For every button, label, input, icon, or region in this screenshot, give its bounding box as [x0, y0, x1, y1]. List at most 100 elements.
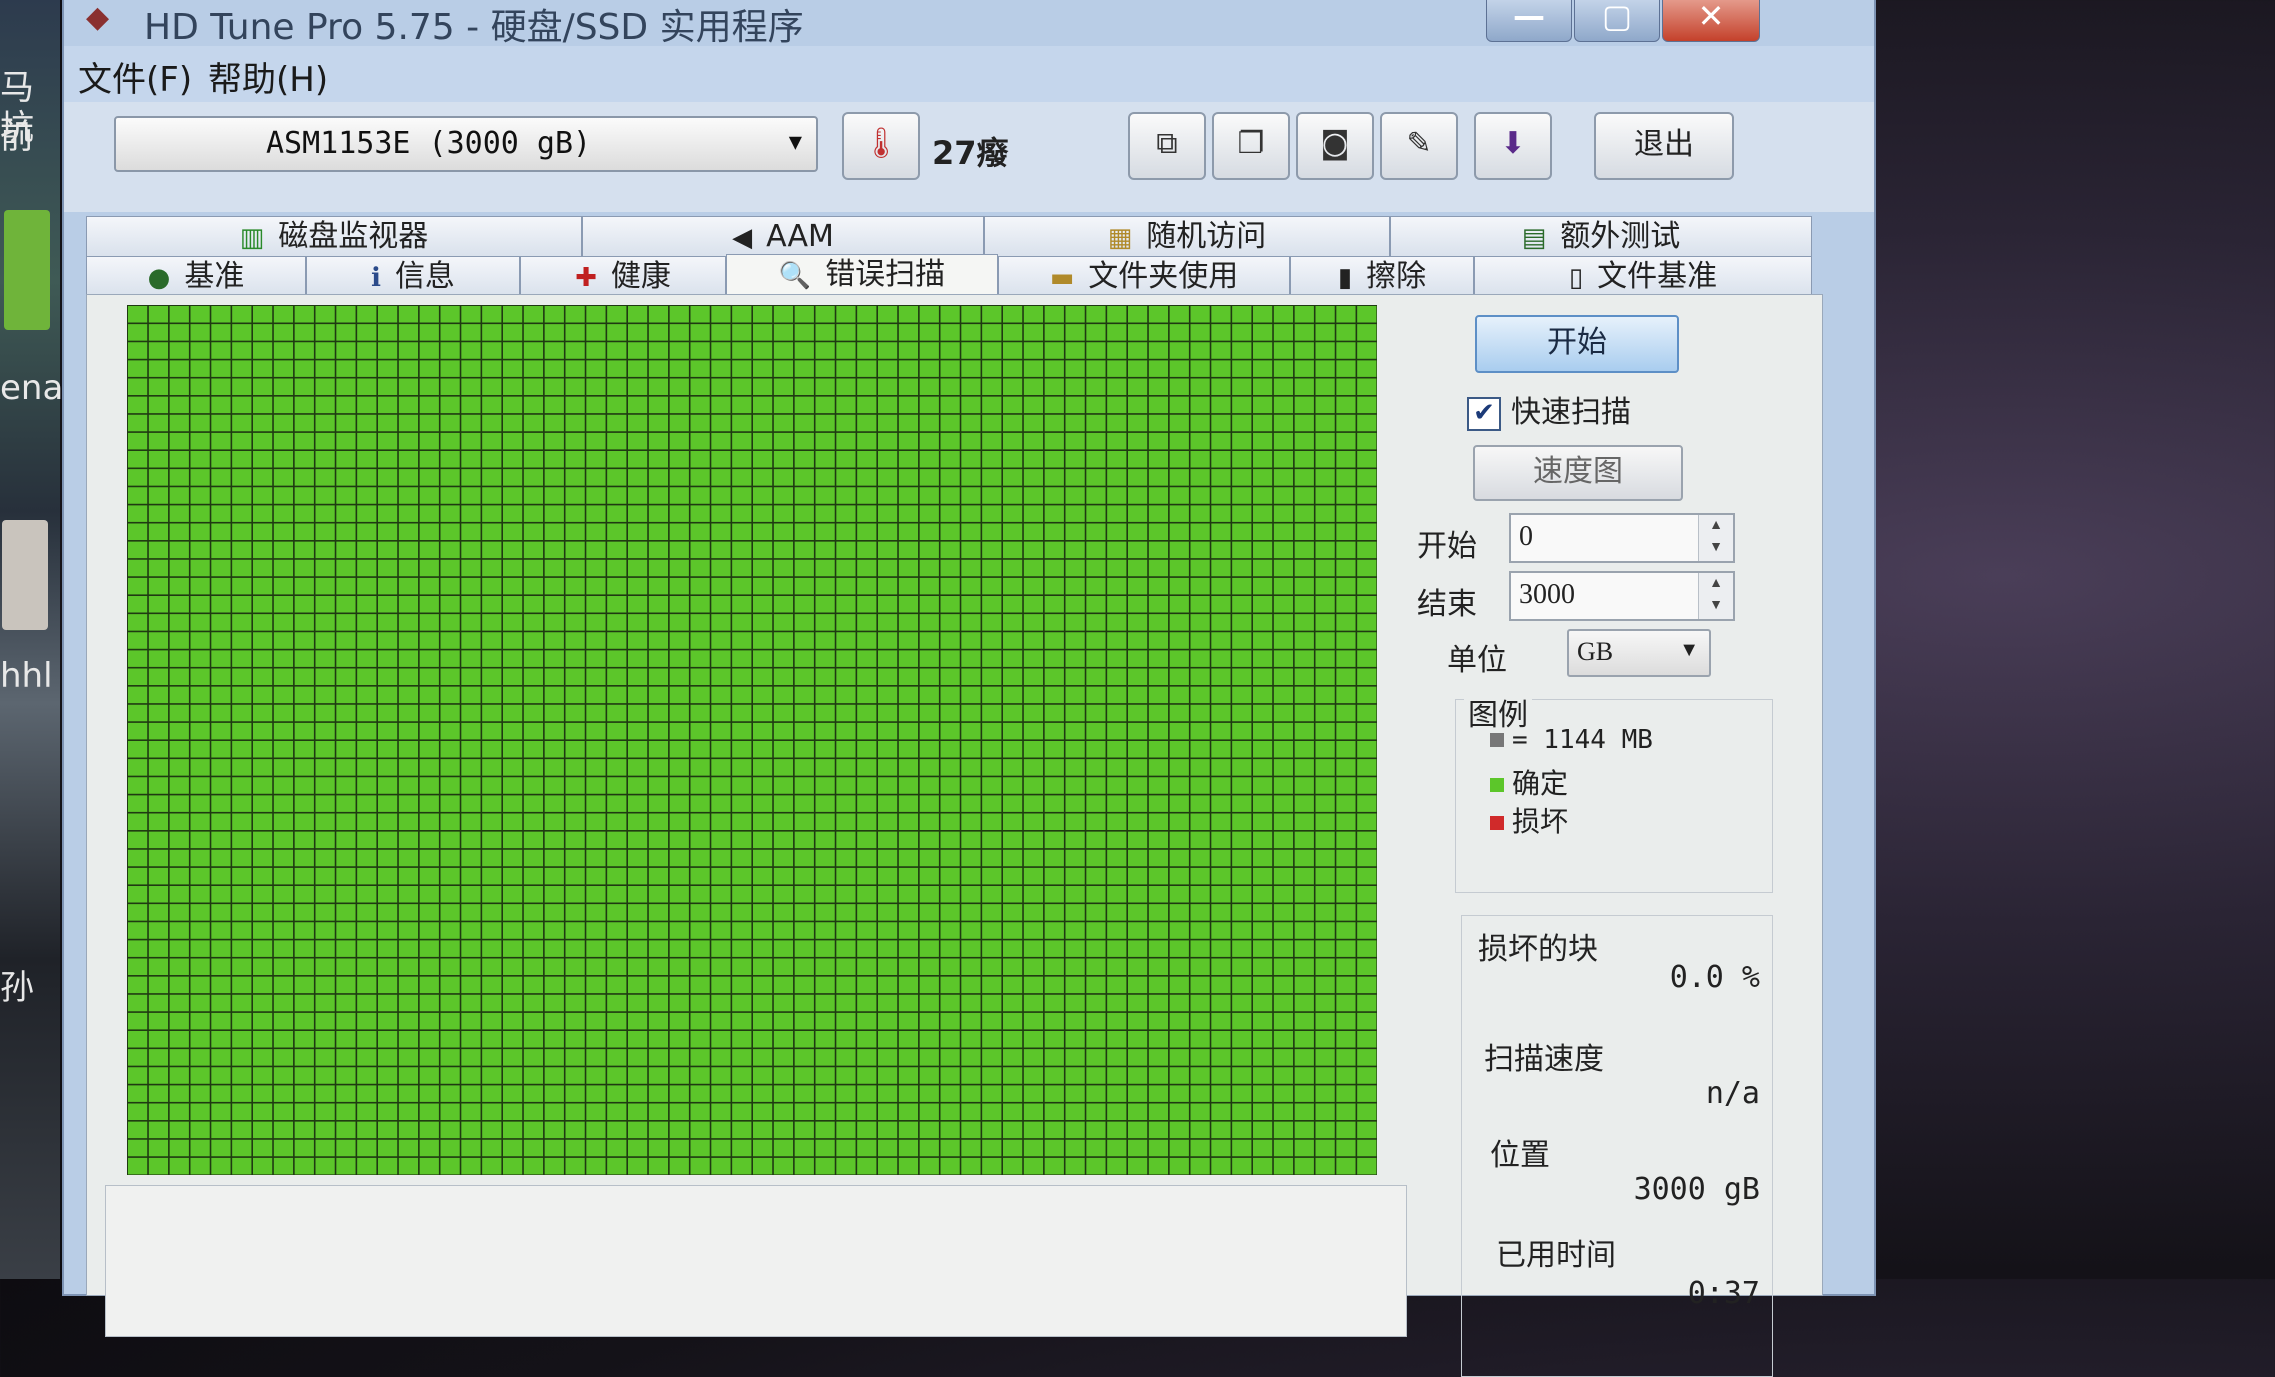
scan-block — [503, 632, 523, 649]
scan-block — [544, 451, 564, 468]
scan-block — [1336, 922, 1356, 939]
tab-aam[interactable]: ◀ AAM — [582, 216, 984, 257]
scan-block — [982, 396, 1002, 414]
scan-block — [1294, 451, 1314, 468]
scan-block — [711, 940, 731, 957]
save-button[interactable]: ⬇ — [1474, 112, 1552, 180]
scan-block — [357, 741, 377, 758]
quick-scan-checkbox[interactable]: ✔ — [1467, 396, 1501, 431]
legend-ok-text: 确定 — [1512, 767, 1569, 800]
scan-block — [1169, 741, 1189, 758]
scan-block — [461, 306, 481, 323]
end-spinner[interactable]: 3000 ▲ ▼ — [1509, 571, 1735, 621]
tab-health[interactable]: ✚ 健康 — [520, 256, 726, 297]
screenshot-button[interactable]: ◙ — [1296, 112, 1374, 180]
spinner-arrows-icon[interactable]: ▲ ▼ — [1698, 573, 1733, 619]
scan-block — [1190, 378, 1210, 396]
scan-block — [1315, 994, 1335, 1012]
scan-block — [1044, 1139, 1064, 1157]
scan-block — [1148, 306, 1169, 323]
scan-block — [1128, 596, 1148, 613]
exit-button[interactable]: 退出 — [1594, 112, 1734, 180]
scan-block — [898, 940, 919, 957]
scan-block — [294, 469, 314, 486]
scan-block — [1107, 958, 1127, 976]
scan-block — [732, 976, 752, 994]
scan-block — [1336, 704, 1356, 722]
maximize-button[interactable]: ▢ — [1574, 0, 1660, 42]
scan-block — [1211, 940, 1231, 957]
scan-block — [1336, 614, 1356, 631]
speed-map-button[interactable]: 速度图 — [1473, 445, 1683, 501]
scan-block — [1232, 1031, 1252, 1048]
scan-block — [898, 722, 919, 740]
options-button[interactable]: ✎ — [1380, 112, 1458, 180]
menu-file[interactable]: 文件(F) — [78, 52, 192, 101]
scan-block — [732, 904, 752, 921]
scan-block — [1169, 378, 1189, 396]
scan-block — [1357, 432, 1377, 450]
scan-block — [273, 777, 294, 794]
scan-block — [1211, 1157, 1231, 1175]
scan-block — [857, 759, 877, 776]
tab-benchmark[interactable]: ● 基准 — [86, 256, 306, 297]
spinner-arrows-icon[interactable]: ▲ ▼ — [1698, 515, 1733, 561]
scan-block — [1169, 360, 1189, 377]
copy-button[interactable]: ⧉ — [1128, 112, 1206, 180]
scan-block — [794, 541, 814, 559]
scan-block — [1211, 1085, 1231, 1102]
scan-block — [523, 686, 544, 704]
scan-block — [1065, 1121, 1085, 1139]
scan-block — [1315, 360, 1335, 377]
scan-block — [794, 1031, 814, 1048]
scan-block — [232, 668, 252, 686]
minimize-button[interactable]: — — [1486, 0, 1572, 42]
scan-block — [1003, 668, 1023, 686]
scan-block — [836, 1085, 856, 1102]
desktop-icon[interactable] — [2, 520, 48, 630]
title-bar[interactable]: ◆ HD Tune Pro 5.75 - 硬盘/SSD 实用程序 — ▢ ✕ — [64, 0, 1874, 48]
tab-extra-tests[interactable]: ▤ 额外测试 — [1390, 216, 1812, 257]
scan-block — [628, 1103, 648, 1121]
drive-select[interactable]: ASM1153E (3000 gB) ▼ — [114, 116, 818, 172]
scan-block — [523, 632, 544, 649]
scan-block — [398, 976, 419, 994]
scan-block — [586, 922, 606, 939]
scan-block — [190, 813, 210, 831]
temperature-button[interactable]: 🌡 — [842, 112, 920, 180]
tab-file-benchmark[interactable]: ▯ 文件基准 — [1474, 256, 1812, 297]
scan-block — [628, 577, 648, 595]
scan-block — [273, 940, 294, 957]
copy-info-button[interactable]: ❐ — [1212, 112, 1290, 180]
scan-block — [919, 886, 939, 903]
unit-select[interactable]: GB ▼ — [1567, 629, 1711, 677]
scan-block — [753, 596, 773, 613]
start-scan-button[interactable]: 开始 — [1475, 315, 1679, 373]
close-button[interactable]: ✕ — [1662, 0, 1760, 42]
scan-block — [544, 596, 564, 613]
menu-help[interactable]: 帮助(H) — [208, 52, 328, 101]
scan-block — [648, 469, 669, 486]
start-spinner[interactable]: 0 ▲ ▼ — [1509, 513, 1735, 563]
scan-block — [503, 324, 523, 341]
tab-erase[interactable]: ▮ 擦除 — [1290, 256, 1474, 297]
scan-block — [523, 559, 544, 577]
scan-block — [128, 523, 148, 541]
tab-disk-monitor[interactable]: ▥ 磁盘监视器 — [86, 216, 582, 257]
scan-block — [919, 904, 939, 921]
scan-block — [961, 922, 981, 939]
tab-info[interactable]: ℹ 信息 — [306, 256, 520, 297]
quick-scan-row[interactable]: ✔ 快速扫描 — [1467, 387, 1631, 431]
scan-block — [1294, 849, 1314, 867]
tab-folder-usage[interactable]: ▬ 文件夹使用 — [998, 256, 1290, 297]
scan-block — [1211, 904, 1231, 921]
scan-block — [940, 886, 960, 903]
tab-random-access[interactable]: ▦ 随机访问 — [984, 216, 1390, 257]
scan-block — [565, 704, 585, 722]
scan-block — [211, 795, 231, 812]
desktop-icon[interactable] — [4, 210, 50, 330]
scan-block — [232, 704, 252, 722]
scan-block — [1169, 396, 1189, 414]
scan-block — [169, 487, 189, 504]
info-icon: ℹ — [371, 263, 381, 293]
